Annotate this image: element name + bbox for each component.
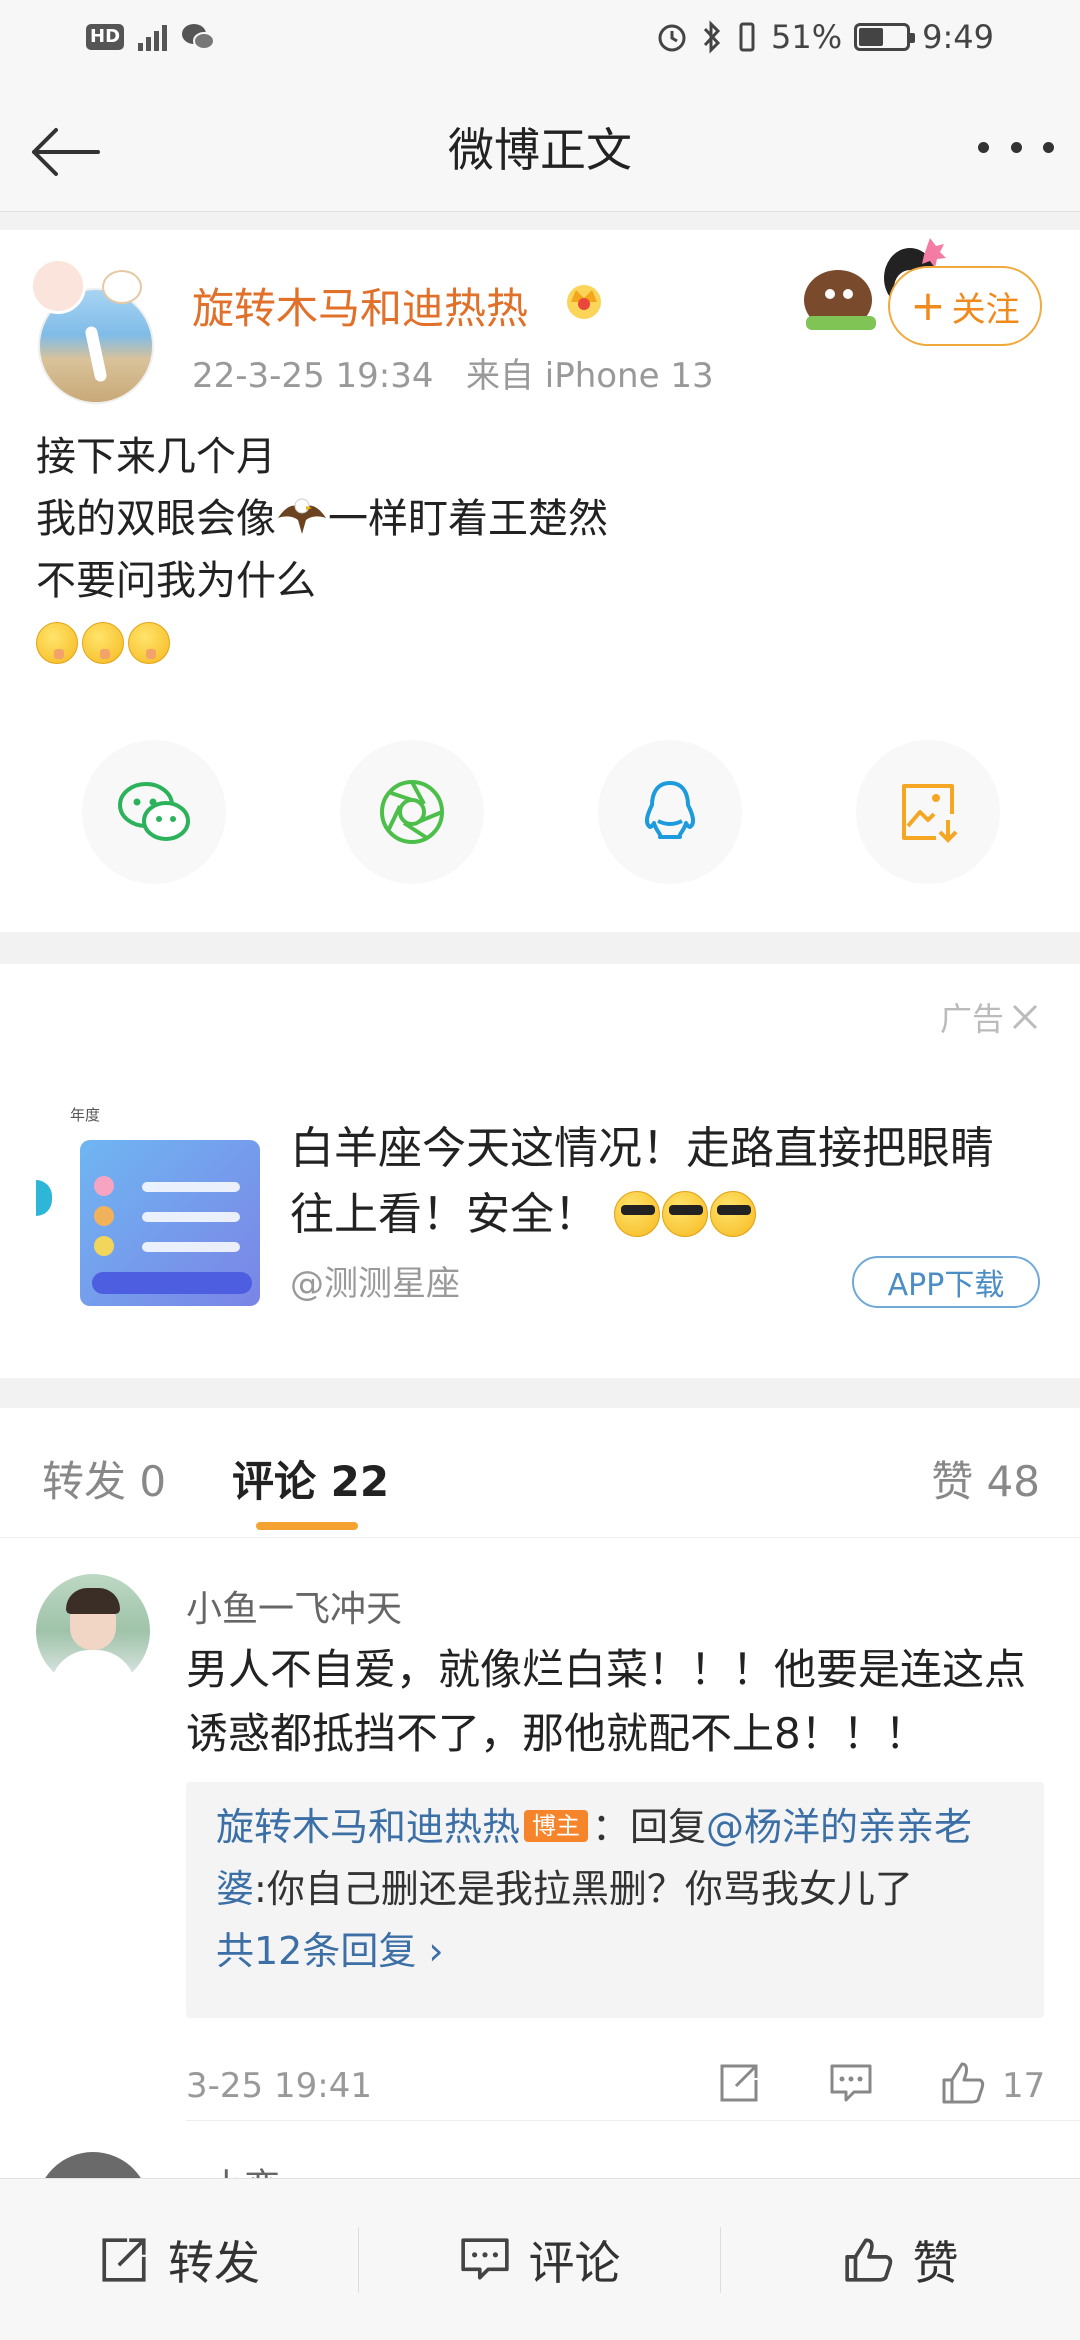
battery-icon xyxy=(854,23,916,51)
sunglasses-emoji-icon xyxy=(662,1191,708,1237)
signal-icon xyxy=(138,23,168,51)
share-moments-button[interactable] xyxy=(340,740,484,884)
shush-emoji-icon xyxy=(36,622,78,664)
post-card: 旋转木马和迪热热 22-3-25 19:34 来自 iPhone 13 + 关注… xyxy=(0,230,1080,932)
share-comment-icon[interactable] xyxy=(714,2058,764,2108)
ad-card[interactable]: 广告 年度 白羊座今天这情况！走路直接把眼睛往上看！安全！ @测测星座 APP下… xyxy=(0,964,1080,1378)
share-wechat-button[interactable] xyxy=(82,740,226,884)
hd-badge: HD xyxy=(86,24,125,50)
more-replies-link[interactable]: 共12条回复 › xyxy=(216,1920,1014,1982)
nav-bar: 微博正文 xyxy=(0,82,1080,212)
share-qq-button[interactable] xyxy=(598,740,742,884)
bottom-action-bar: 转发 评论 赞 xyxy=(0,2178,1080,2340)
share-row xyxy=(0,740,1080,890)
post-line-part: 我的双眼会像 xyxy=(36,496,276,542)
alarm-icon xyxy=(658,24,686,52)
close-icon[interactable] xyxy=(1010,1002,1040,1032)
wechat-notification-icon xyxy=(182,24,216,50)
ad-source: @测测星座 xyxy=(290,1264,460,1304)
reply-comment-icon[interactable] xyxy=(826,2058,876,2108)
ad-thumb-edge xyxy=(36,1180,52,1216)
author-name[interactable]: 旋转木马和迪热热 xyxy=(192,275,528,336)
ad-title[interactable]: 白羊座今天这情况！走路直接把眼睛往上看！安全！ xyxy=(290,1116,1030,1248)
battery-percent: 51% xyxy=(771,18,843,56)
tab-repost[interactable]: 转发 0 xyxy=(42,1448,166,1509)
post-source: 来自 iPhone 13 xyxy=(465,356,714,396)
post-time: 22-3-25 19:34 xyxy=(192,356,434,396)
tab-indicator xyxy=(256,1522,358,1530)
comment-time: 3-25 19:41 xyxy=(186,2066,372,2106)
status-bar: HD 51% 9:49 xyxy=(0,0,1080,82)
clock: 9:49 xyxy=(922,18,994,56)
vibrate-icon xyxy=(739,22,755,52)
commenter-avatar[interactable] xyxy=(36,2152,150,2178)
ad-thumb-card xyxy=(80,1140,260,1306)
comment-footer: 3-25 19:41 17 xyxy=(186,2058,1046,2118)
comment-divider xyxy=(186,2120,1080,2121)
ad-tag-text: 广告 xyxy=(939,1000,1004,1038)
avatar-sticker-icon xyxy=(102,270,142,304)
eagle-emoji-icon xyxy=(278,498,326,534)
comment-button[interactable]: 评论 xyxy=(359,2179,720,2340)
more-button[interactable] xyxy=(978,132,1054,162)
reply-author[interactable]: 旋转木马和迪热热 xyxy=(216,1805,520,1849)
ad-label[interactable]: 广告 xyxy=(940,994,1040,1040)
wechat-icon xyxy=(118,782,190,841)
follow-button[interactable]: + 关注 xyxy=(888,266,1042,346)
author-badge: 博主 xyxy=(524,1810,589,1842)
comment-icon xyxy=(460,2238,509,2280)
tab-comments[interactable]: 评论 22 xyxy=(232,1448,389,1509)
more-dots-icon xyxy=(978,141,989,153)
reply-box[interactable]: 旋转木马和迪热热 博主 ：回复@杨洋的亲亲老婆:你自己删还是我拉黑删？你骂我女儿了 … xyxy=(186,1782,1044,2018)
comment-text[interactable]: 男人不自爱，就像烂白菜！！！他要是连这点诱惑都抵挡不了，那他就配不上8！！！ xyxy=(186,1638,1056,1766)
ad-thumbnail: 年度 xyxy=(36,1104,260,1306)
comment-like-count: 17 xyxy=(1002,2066,1046,2106)
sunglasses-emoji-icon xyxy=(614,1191,660,1237)
tab-likes[interactable]: 赞 48 xyxy=(931,1448,1040,1509)
ad-thumb-caption: 年度 xyxy=(70,1106,101,1124)
bluetooth-icon xyxy=(703,20,721,54)
author-avatar[interactable] xyxy=(30,258,158,404)
comment-label: 评论 xyxy=(528,2236,621,2290)
repost-icon xyxy=(102,2238,146,2282)
app-download-button[interactable]: APP下载 xyxy=(852,1256,1040,1308)
post-meta: 22-3-25 19:34 来自 iPhone 13 xyxy=(192,348,714,397)
commenter-name[interactable]: e小恋 xyxy=(186,2158,280,2178)
comment-list: 小鱼一飞冲天 男人不自爱，就像烂白菜！！！他要是连这点诱惑都抵挡不了，那他就配不… xyxy=(0,1538,1080,2178)
qq-icon xyxy=(644,781,696,839)
like-label: 赞 xyxy=(912,2236,959,2290)
status-right: 51% 9:49 xyxy=(655,18,994,56)
reply-text: :你自己删还是我拉黑删？你骂我女儿了 xyxy=(254,1867,913,1911)
repost-label: 转发 xyxy=(168,2236,260,2290)
vip-crown-icon xyxy=(567,285,601,319)
avatar-pendant-icon xyxy=(30,258,86,314)
save-image-icon xyxy=(902,784,958,843)
status-left: HD xyxy=(86,22,216,52)
post-body: 接下来几个月 我的双眼会像 一样盯着王楚然 不要问我为什么 xyxy=(36,426,608,674)
shush-emoji-icon xyxy=(82,622,124,664)
emoji-row xyxy=(36,612,608,674)
like-icon xyxy=(844,2238,892,2282)
shush-emoji-icon xyxy=(128,622,170,664)
save-image-button[interactable] xyxy=(856,740,1000,884)
like-button[interactable]: 赞 xyxy=(721,2179,1080,2340)
commenter-name[interactable]: 小鱼一飞冲天 xyxy=(186,1580,402,1632)
post-line: 不要问我为什么 xyxy=(36,558,316,604)
post-line-part: 一样盯着王楚然 xyxy=(328,496,608,542)
page-title: 微博正文 xyxy=(448,123,632,177)
moments-icon xyxy=(380,780,444,844)
commenter-avatar[interactable] xyxy=(36,1574,150,1688)
like-comment-icon[interactable] xyxy=(938,2058,988,2108)
reply-prefix: ：回复 xyxy=(592,1805,707,1849)
interaction-tabs: 转发 0 评论 22 赞 48 xyxy=(0,1408,1080,1538)
plus-icon: + xyxy=(910,281,946,330)
post-line: 我的双眼会像 一样盯着王楚然 xyxy=(36,488,608,550)
follow-label: 关注 xyxy=(951,289,1020,330)
repost-button[interactable]: 转发 xyxy=(0,2179,358,2340)
post-line: 接下来几个月 xyxy=(36,434,276,480)
sunglasses-emoji-icon xyxy=(710,1191,756,1237)
